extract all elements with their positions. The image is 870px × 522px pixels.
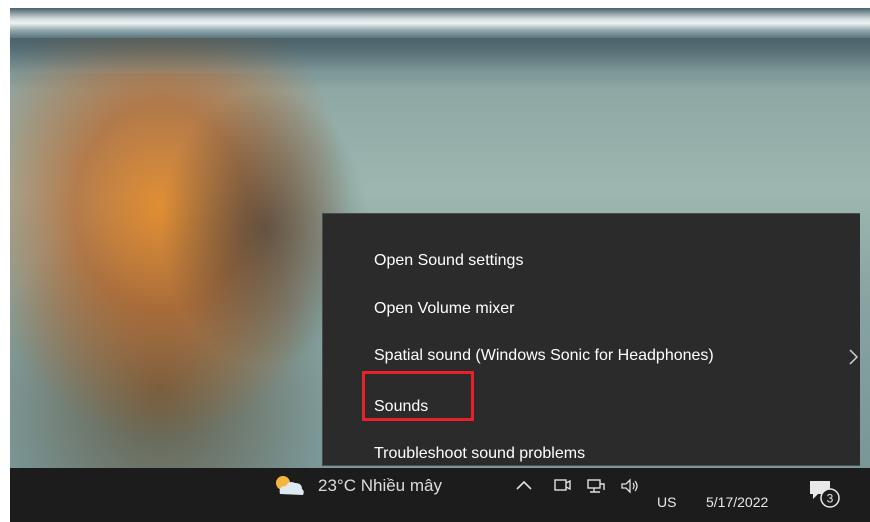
notification-count: 3 (827, 492, 834, 506)
wallpaper-shore (10, 38, 870, 73)
language-indicator[interactable]: US (657, 494, 676, 510)
chevron-up-icon[interactable] (514, 476, 534, 496)
wallpaper-wave (10, 8, 870, 38)
weather-text[interactable]: 23°C Nhiều mây (318, 476, 442, 496)
taskbar-date[interactable]: 5/17/2022 (706, 494, 768, 510)
menu-item-label: Troubleshoot sound problems (374, 445, 586, 462)
chevron-right-icon (849, 349, 859, 365)
menu-item-troubleshoot[interactable]: Troubleshoot sound problems (323, 431, 861, 477)
meet-now-icon[interactable] (552, 476, 572, 496)
action-center-icon[interactable]: 3 (808, 478, 842, 508)
menu-item-open-volume-mixer[interactable]: Open Volume mixer (323, 286, 861, 332)
sounds-highlight-box (362, 371, 474, 421)
sound-context-menu: Open Sound settings Open Volume mixer Sp… (322, 213, 860, 466)
partly-cloudy-icon[interactable] (272, 474, 306, 498)
menu-item-label: Open Volume mixer (374, 300, 515, 317)
menu-item-label: Spatial sound (Windows Sonic for Headpho… (374, 347, 714, 364)
volume-icon[interactable] (620, 476, 640, 496)
menu-item-open-sound-settings[interactable]: Open Sound settings (323, 238, 861, 284)
menu-item-label: Open Sound settings (374, 252, 524, 269)
network-icon[interactable] (586, 476, 606, 496)
